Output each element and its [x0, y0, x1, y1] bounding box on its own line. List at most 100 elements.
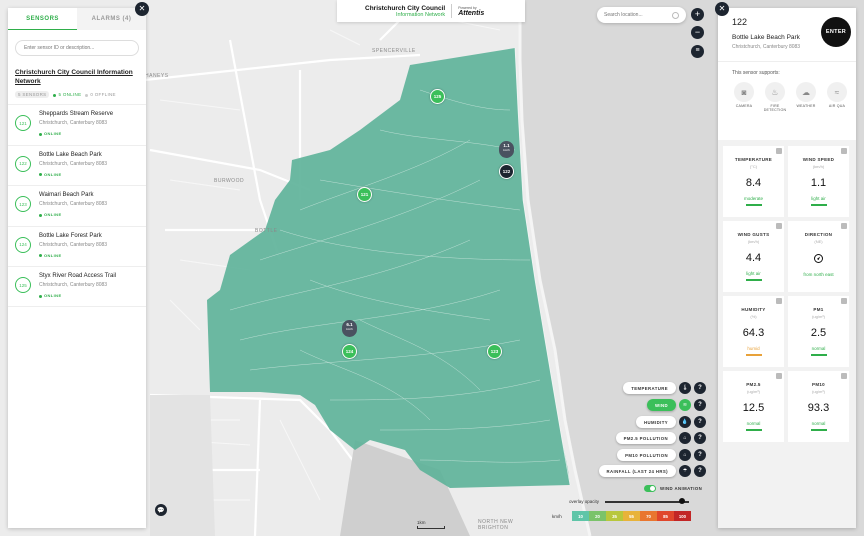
sensor-list-item[interactable]: 124 Bottle Lake Forest Park Christchurch…: [8, 225, 146, 267]
metric-unit: (km/h): [812, 164, 825, 169]
expand-icon[interactable]: [841, 223, 847, 229]
layer-row-humidity: HUMIDITY 💧 ?: [636, 416, 706, 428]
sensor-status: ONLINE: [39, 293, 116, 298]
legend-cell: 100: [674, 511, 691, 521]
network-title-link[interactable]: Christchurch City Council Information Ne…: [15, 68, 139, 86]
expand-icon[interactable]: [841, 298, 847, 304]
slider-handle[interactable]: [679, 498, 686, 504]
header-logo: Christchurch City Council Information Ne…: [337, 0, 525, 22]
legend-cell: 85: [657, 511, 674, 521]
metric-desc: light air: [811, 196, 826, 201]
layer-rainfall-button[interactable]: RAINFALL (LAST 24 HRS): [598, 465, 676, 477]
help-icon[interactable]: ?: [694, 449, 706, 461]
metric-humidity[interactable]: HUMIDITY (%) 64.3 humid: [723, 296, 784, 367]
help-icon[interactable]: ?: [694, 465, 706, 477]
support-camera[interactable]: ◙ CAMERA: [731, 82, 757, 116]
sensor-status-label: ONLINE: [44, 131, 62, 137]
expand-icon[interactable]: [776, 148, 782, 154]
locate-icon[interactable]: [672, 11, 679, 19]
support-label: AIR QUA: [828, 104, 846, 108]
help-icon[interactable]: ?: [694, 432, 706, 444]
metric-wind-gusts[interactable]: WIND GUSTS (km/h) 4.4 light air: [723, 221, 784, 292]
status-dot-icon: [39, 173, 42, 177]
status-dot-icon: [39, 132, 42, 136]
expand-icon[interactable]: [776, 373, 782, 379]
map-marker-124[interactable]: 124: [342, 344, 357, 359]
tab-sensors[interactable]: SENSORS: [8, 8, 77, 30]
support-air-quality[interactable]: ≈ AIR QUA: [824, 82, 850, 116]
support-fire-detection[interactable]: ♨ FIRE DETECTION: [762, 82, 788, 116]
sensor-list-item[interactable]: 123 Waimari Beach Park Christchurch, Can…: [8, 185, 146, 226]
support-weather[interactable]: ☁ WEATHER: [793, 82, 819, 116]
map-label-burwood: BURWOOD: [214, 178, 245, 184]
legend-unit: km/h: [552, 513, 562, 519]
factory-icon[interactable]: ⌂: [679, 432, 691, 444]
zoom-in-button[interactable]: +: [691, 8, 704, 21]
sensor-list-item[interactable]: 121 Sheppards Stream Reserve Christchurc…: [8, 104, 146, 145]
legend-bar: 10 20 35 55 70 85 100: [572, 511, 691, 521]
header-title: Christchurch City Council: [365, 4, 446, 12]
metric-pm25[interactable]: PM2.5 (ug/m³) 12.5 normal: [723, 371, 784, 442]
map-label-bottle: BOTTLE: [255, 228, 278, 234]
wind-reading-tag[interactable]: 6.1 km/h: [342, 320, 357, 337]
metric-bar: [745, 429, 762, 431]
help-icon[interactable]: ?: [694, 399, 706, 411]
expand-icon[interactable]: [776, 223, 782, 229]
metric-value: 12.5: [742, 402, 765, 414]
metric-direction[interactable]: DIRECTION (NE) from north east: [788, 221, 849, 292]
enter-button[interactable]: ENTER: [821, 17, 851, 47]
map-label-north-new-brighton: NORTH NEW BRIGHTON: [478, 519, 514, 531]
camera-icon: ◙: [734, 82, 754, 102]
layer-wind-button[interactable]: WIND: [646, 399, 676, 411]
chat-icon[interactable]: 💬: [155, 504, 167, 516]
metric-wind-speed[interactable]: WIND SPEED (km/h) 1.1 light air: [788, 146, 849, 217]
wind-reading-tag[interactable]: 1.1 km/h: [499, 141, 514, 158]
sensor-id-badge: 122: [15, 155, 31, 172]
metric-unit: (km/h): [747, 239, 760, 244]
expand-icon[interactable]: [841, 148, 847, 154]
map-marker-122[interactable]: 122: [499, 164, 514, 179]
layer-humidity-button[interactable]: HUMIDITY: [636, 416, 676, 428]
map-marker-123[interactable]: 123: [487, 344, 502, 359]
map-marker-121[interactable]: 121: [357, 187, 372, 202]
layer-temperature-button[interactable]: TEMPERATURE: [623, 382, 676, 394]
location-search-input[interactable]: [604, 12, 672, 18]
network-stats: 5 SENSORS 5 ONLINE 0 OFFLINE: [15, 91, 139, 99]
sensor-list-item[interactable]: 122 Bottle Lake Beach Park Christchurch,…: [8, 144, 146, 186]
layer-pm25-button[interactable]: PM2.5 POLLUTION: [615, 432, 676, 444]
map-layers-button[interactable]: ≡: [691, 45, 704, 58]
metric-temperature[interactable]: TEMPERATURE (°C) 8.4 moderate: [723, 146, 784, 217]
rain-icon[interactable]: ☂: [679, 465, 691, 477]
sensor-location: Christchurch, Canterbury 8083: [39, 160, 108, 167]
sensor-name: Styx River Road Access Trail: [39, 273, 117, 280]
overlay-opacity-slider[interactable]: [605, 498, 690, 504]
sensor-list-item[interactable]: 125 Styx River Road Access Trail Christc…: [8, 266, 146, 307]
sensors-panel: SENSORS ALARMS (4) Christchurch City Cou…: [8, 8, 146, 528]
thermometer-icon[interactable]: 🌡: [679, 382, 691, 394]
metric-pm1[interactable]: PM1 (ug/m³) 2.5 normal: [788, 296, 849, 367]
layer-pm10-button[interactable]: PM10 POLLUTION: [617, 449, 676, 461]
metric-value: 8.4: [745, 177, 762, 189]
droplet-icon[interactable]: 💧: [679, 416, 691, 428]
expand-icon[interactable]: [841, 373, 847, 379]
layer-row-pm10: PM10 POLLUTION ⌂ ?: [617, 449, 706, 461]
help-icon[interactable]: ?: [694, 416, 706, 428]
map-marker-125[interactable]: 125: [430, 89, 445, 104]
metric-desc: normal: [746, 421, 761, 426]
wind-animation-toggle[interactable]: [644, 485, 656, 492]
factory-icon[interactable]: ⌂: [679, 449, 691, 461]
metric-pm10[interactable]: PM10 (ug/m³) 93.3 normal: [788, 371, 849, 442]
sensor-location: Christchurch, Canterbury 8083: [39, 201, 108, 208]
sensor-search-input[interactable]: [24, 45, 138, 51]
sensor-location: Christchurch, Canterbury 8083: [39, 241, 108, 248]
wind-icon[interactable]: ≋: [679, 399, 691, 411]
sensor-name: Bottle Lake Beach Park: [39, 151, 102, 158]
metric-label: HUMIDITY: [741, 307, 766, 312]
help-icon[interactable]: ?: [694, 382, 706, 394]
close-detail-panel-button[interactable]: ✕: [715, 2, 729, 16]
zoom-out-button[interactable]: −: [691, 26, 704, 39]
header-subtitle: Information Network: [395, 11, 446, 18]
close-sensors-panel-button[interactable]: ✕: [135, 2, 149, 16]
sensor-detail-header: 122 Bottle Lake Beach Park Christchurch,…: [718, 8, 856, 62]
expand-icon[interactable]: [776, 298, 782, 304]
